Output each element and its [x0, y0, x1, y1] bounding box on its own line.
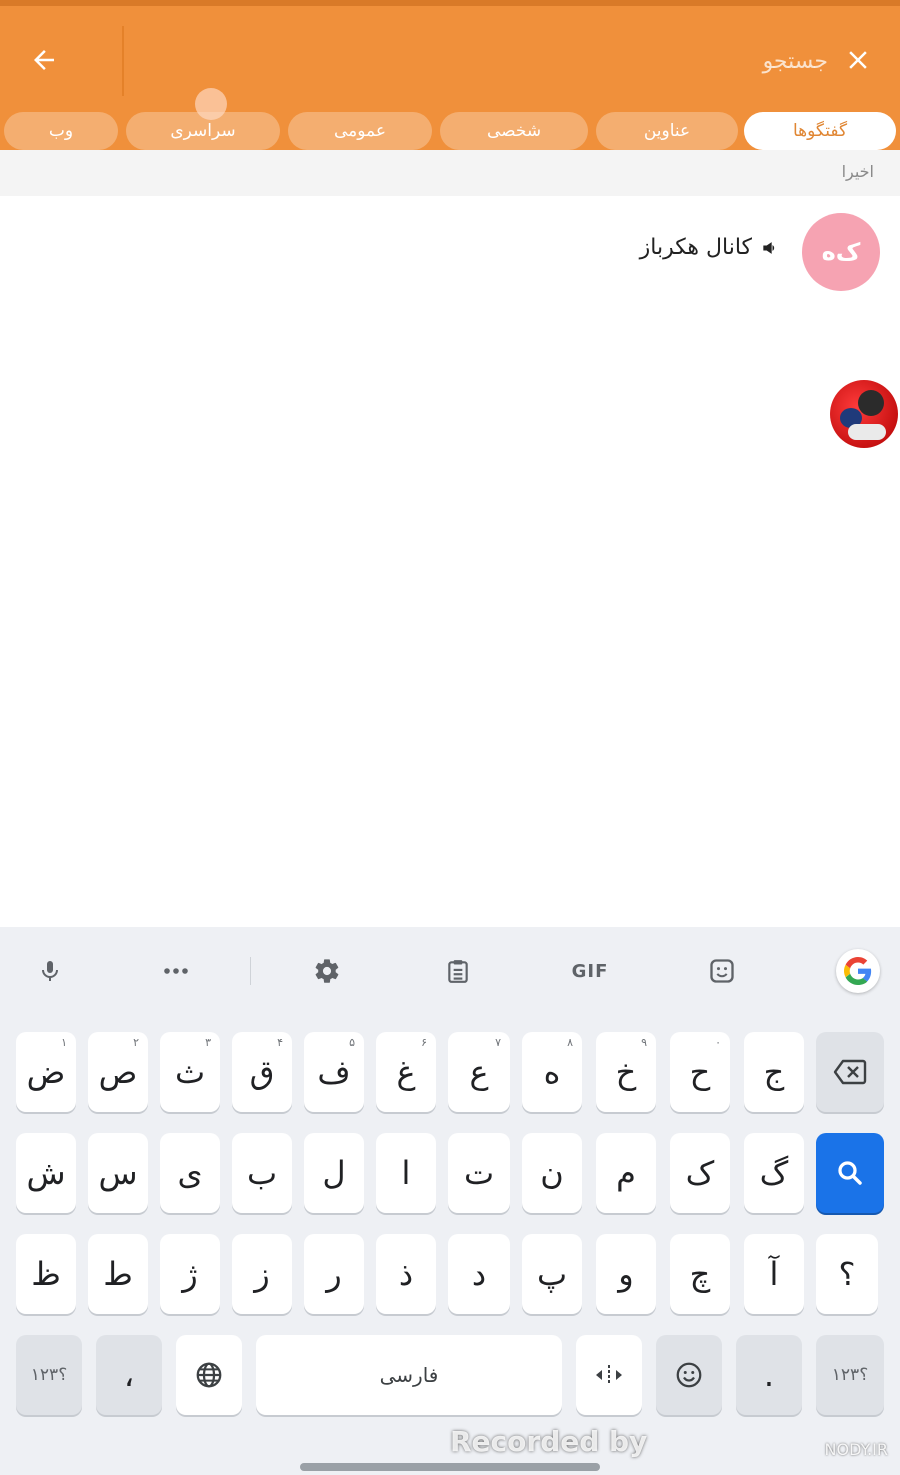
keyboard-toolbar: GIF — [0, 927, 900, 1015]
tab-web[interactable]: وب — [4, 112, 118, 150]
key-period[interactable]: . — [736, 1335, 802, 1415]
key-ta[interactable]: ط — [88, 1234, 148, 1314]
key-kaf[interactable]: ک — [670, 1133, 730, 1213]
gif-label: GIF — [571, 960, 609, 982]
symbols-key-right[interactable]: ؟۱۲۳ — [816, 1335, 884, 1415]
clear-search-button[interactable] — [836, 38, 880, 82]
key-sin[interactable]: س — [88, 1133, 148, 1213]
key-ghaf[interactable]: ۴ق — [232, 1032, 292, 1112]
gesture-home-bar[interactable] — [300, 1463, 600, 1471]
sticker-icon — [710, 959, 734, 983]
gear-icon — [315, 959, 339, 983]
key-che[interactable]: چ — [670, 1234, 730, 1314]
key-be[interactable]: ب — [232, 1133, 292, 1213]
key-dal[interactable]: د — [448, 1234, 510, 1314]
key-he[interactable]: ۸ه — [522, 1032, 582, 1112]
search-key[interactable] — [816, 1133, 884, 1213]
key-za[interactable]: ظ — [16, 1234, 76, 1314]
recording-watermark: Recorded by — [450, 1425, 648, 1458]
key-khe[interactable]: ۹خ — [596, 1032, 656, 1112]
touch-ripple — [195, 88, 227, 120]
tab-personal[interactable]: شخصی — [440, 112, 588, 150]
arrow-left-icon — [34, 50, 54, 70]
more-icon — [164, 968, 188, 974]
globe-icon — [196, 1362, 222, 1388]
search-input[interactable] — [268, 42, 828, 80]
back-button[interactable] — [22, 38, 66, 82]
megaphone-icon — [763, 241, 775, 254]
key-alef-madda[interactable]: آ — [744, 1234, 804, 1314]
chat-title: کانال هکرباز — [640, 235, 780, 260]
key-lam[interactable]: ل — [304, 1133, 364, 1213]
clipboard-icon — [448, 960, 468, 983]
emoji-icon — [676, 1362, 702, 1388]
key-zal[interactable]: ذ — [376, 1234, 436, 1314]
search-tabs: گفتگوها عناوین شخصی عمومی سراسری وب — [0, 112, 900, 150]
search-header: گفتگوها عناوین شخصی عمومی سراسری وب — [0, 0, 900, 150]
key-se[interactable]: ۳ث — [160, 1032, 220, 1112]
key-ein[interactable]: ۷ع — [448, 1032, 510, 1112]
close-icon — [849, 51, 867, 69]
key-ze[interactable]: ز — [232, 1234, 292, 1314]
backspace-key[interactable] — [816, 1032, 884, 1112]
key-re[interactable]: ر — [304, 1234, 364, 1314]
soft-keyboard: GIF ۱ ض ۲ ص ۳ ث ۴ ق ۵ ف ۶ غ ۷ ع ۸ ه ۹ خ … — [0, 927, 900, 1475]
cursor-control-key[interactable] — [576, 1335, 642, 1415]
key-zad[interactable]: ۱ض — [16, 1032, 76, 1112]
clipboard-button[interactable] — [436, 949, 480, 993]
key-nun[interactable]: ن — [522, 1133, 582, 1213]
symbols-key-left[interactable]: ؟۱۲۳ — [16, 1335, 82, 1415]
key-sad[interactable]: ۲ص — [88, 1032, 148, 1112]
search-icon — [838, 1161, 862, 1185]
avatar: ک‌ه — [802, 213, 880, 291]
settings-button[interactable] — [305, 949, 349, 993]
key-alef[interactable]: ا — [376, 1133, 436, 1213]
toolbar-divider — [250, 957, 251, 985]
tab-public[interactable]: عمومی — [288, 112, 432, 150]
list-item[interactable]: ک‌ه کانال هکرباز — [0, 205, 900, 297]
more-button[interactable] — [154, 949, 198, 993]
tab-chats[interactable]: گفتگوها — [744, 112, 896, 150]
chat-title-text: کانال هکرباز — [639, 235, 752, 260]
tab-titles[interactable]: عناوین — [596, 112, 738, 150]
voice-input-button[interactable] — [28, 949, 72, 993]
key-fe[interactable]: ۵ف — [304, 1032, 364, 1112]
key-ghein[interactable]: ۶غ — [376, 1032, 436, 1112]
key-gaf[interactable]: گ — [744, 1133, 804, 1213]
key-te[interactable]: ت — [448, 1133, 510, 1213]
site-watermark: NODY.IR — [824, 1440, 888, 1459]
key-shin[interactable]: ش — [16, 1133, 76, 1213]
key-pe[interactable]: پ — [522, 1234, 582, 1314]
divider — [122, 26, 124, 96]
key-hhe[interactable]: ۰ح — [670, 1032, 730, 1112]
key-question[interactable]: ؟ — [816, 1234, 878, 1314]
language-switch-key[interactable] — [176, 1335, 242, 1415]
key-zhe[interactable]: ژ — [160, 1234, 220, 1314]
floating-chat-head-avatar[interactable] — [830, 380, 898, 448]
space-bar[interactable]: فارسی — [256, 1335, 562, 1415]
gif-button[interactable]: GIF — [568, 949, 612, 993]
emoji-key[interactable] — [656, 1335, 722, 1415]
google-icon — [836, 949, 880, 993]
key-mim[interactable]: م — [596, 1133, 656, 1213]
cursor-move-icon — [596, 1365, 622, 1385]
key-comma[interactable]: ، — [96, 1335, 162, 1415]
key-jim[interactable]: ج — [744, 1032, 804, 1112]
recent-label: اخیرا — [841, 162, 874, 181]
sticker-button[interactable] — [700, 949, 744, 993]
recent-section-header: اخیرا — [0, 150, 900, 196]
backspace-icon — [833, 1059, 867, 1085]
mic-icon — [42, 961, 58, 981]
key-ye[interactable]: ی — [160, 1133, 220, 1213]
google-button[interactable] — [836, 949, 880, 993]
key-vav[interactable]: و — [596, 1234, 656, 1314]
